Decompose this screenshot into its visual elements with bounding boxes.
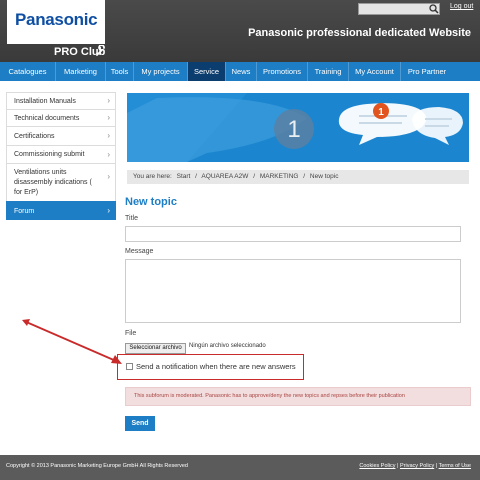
breadcrumb-aquarea[interactable]: AQUAREA A2W [201, 173, 248, 180]
banner-badge-left: 1 [287, 116, 300, 143]
notify-checkbox[interactable] [126, 363, 133, 370]
title-input[interactable] [125, 226, 461, 242]
copyright: Copyright © 2013 Panasonic Marketing Eur… [6, 463, 188, 469]
nav-promotions[interactable]: Promotions [257, 62, 308, 81]
logo-box[interactable]: Panasonic [7, 0, 105, 44]
breadcrumb-marketing[interactable]: MARKETING [260, 173, 299, 180]
nav-tools[interactable]: Tools [106, 62, 134, 81]
breadcrumb-separator: / [253, 173, 256, 180]
footer: Copyright © 2013 Panasonic Marketing Eur… [0, 455, 480, 480]
nav-training[interactable]: Training [308, 62, 349, 81]
terms-of-use-link[interactable]: Terms of Use [439, 463, 471, 469]
sidebar-item-installation-manuals[interactable]: Installation Manuals › [6, 92, 116, 109]
sidebar-item-label: Technical documents [14, 114, 80, 122]
breadcrumb-start[interactable]: Start [177, 173, 191, 180]
nav-catalogues[interactable]: Catalogues [0, 62, 56, 81]
chevron-right-icon: › [107, 113, 110, 122]
breadcrumb: You are here: Start / AQUAREA A2W / MARK… [127, 170, 469, 184]
breadcrumb-separator: / [303, 173, 306, 180]
breadcrumb-prefix: You are here: [133, 173, 172, 180]
chevron-right-icon: › [107, 149, 110, 159]
sidebar-item-commissioning-submit[interactable]: Commissioning submit › [6, 145, 116, 163]
forum-banner: 1 1 [127, 93, 469, 162]
nav-pro-partner[interactable]: Pro Partner [401, 62, 453, 81]
title-label: Title [125, 215, 138, 222]
chevron-right-icon: › [107, 206, 110, 215]
moderated-notice: This subforum is moderated. Panasonic ha… [125, 387, 471, 406]
notify-label[interactable]: Send a notification when there are new a… [136, 362, 296, 371]
main-nav: Catalogues Marketing Tools My projects S… [0, 62, 480, 81]
sidebar-item-label: Installation Manuals [14, 97, 76, 105]
page-title: New topic [125, 196, 177, 208]
nav-marketing[interactable]: Marketing [56, 62, 106, 81]
chevron-right-icon: › [107, 172, 110, 181]
nav-service[interactable]: Service [188, 62, 226, 81]
site-title: Panasonic professional dedicated Website [248, 27, 471, 39]
send-button[interactable]: Send [125, 416, 155, 431]
logout-link[interactable]: Log out [450, 3, 473, 10]
footer-links: Cookies Policy | Privacy Policy | Terms … [359, 463, 471, 469]
sidebar-item-certifications[interactable]: Certifications › [6, 126, 116, 145]
sidebar-item-label: Commissioning submit [14, 151, 85, 158]
sidebar-item-label: Ventilations units disassembly indicatio… [14, 168, 92, 196]
sidebar-item-forum[interactable]: Forum › [6, 201, 116, 220]
sidebar-item-ventilation-units[interactable]: Ventilations units disassembly indicatio… [6, 163, 116, 201]
wrench-icon [96, 45, 105, 56]
chevron-right-icon: › [107, 96, 110, 105]
nav-news[interactable]: News [226, 62, 257, 81]
content-area: Installation Manuals › Technical documen… [0, 81, 480, 455]
chat-bubbles-illustration: 1 1 [127, 93, 469, 162]
file-select-button[interactable]: Seleccionar archivo [125, 343, 186, 354]
cookies-policy-link[interactable]: Cookies Policy [359, 463, 395, 469]
message-label: Message [125, 248, 154, 255]
sidebar-item-technical-documents[interactable]: Technical documents › [6, 109, 116, 126]
sidebar-item-label: Certifications [14, 132, 55, 140]
nav-my-projects[interactable]: My projects [134, 62, 188, 81]
breadcrumb-current: New topic [309, 173, 339, 180]
sidebar: Installation Manuals › Technical documen… [6, 92, 116, 220]
panasonic-logo: Panasonic [15, 10, 98, 29]
message-textarea[interactable] [125, 259, 461, 323]
banner-badge-right: 1 [378, 107, 384, 118]
file-label: File [125, 330, 137, 337]
header: Panasonic PRO Club Log out Panasonic pro… [0, 0, 480, 62]
nav-my-account[interactable]: My Account [349, 62, 401, 81]
chevron-right-icon: › [107, 131, 110, 140]
sidebar-item-label: Forum [14, 207, 35, 215]
breadcrumb-separator: / [195, 173, 197, 180]
search-icon[interactable] [428, 3, 440, 15]
file-status: Ningún archivo seleccionado [189, 343, 266, 349]
privacy-policy-link[interactable]: Privacy Policy [400, 463, 434, 469]
